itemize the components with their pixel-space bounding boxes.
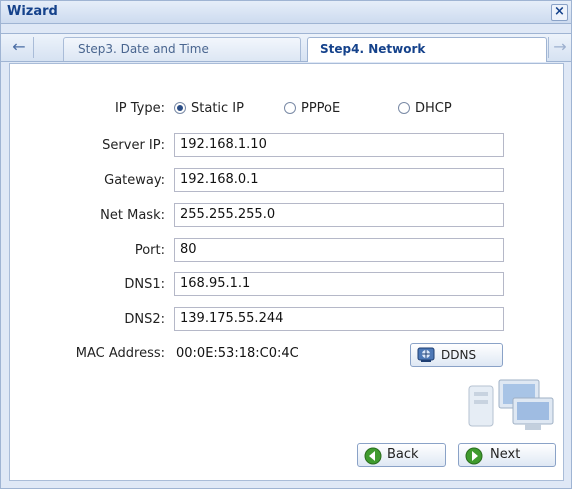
radio-static-ip-label: Static IP xyxy=(191,101,244,116)
tab-network[interactable]: Step4. Network xyxy=(307,37,547,62)
dns1-input[interactable]: 168.95.1.1 xyxy=(174,272,504,296)
back-arrow-icon xyxy=(364,447,382,465)
gateway-label: Gateway: xyxy=(104,173,165,188)
next-button-label: Next xyxy=(490,447,521,462)
ip-type-label: IP Type: xyxy=(114,101,165,116)
next-button[interactable]: Next xyxy=(458,443,556,467)
gateway-input[interactable]: 192.168.0.1 xyxy=(174,168,504,192)
title-bar: Wizard × xyxy=(1,1,571,24)
network-form-panel: IP Type: Static IP PPPoE DHCP Server IP:… xyxy=(9,63,564,481)
radio-static-ip[interactable]: Static IP xyxy=(174,101,244,116)
radio-unchecked-icon[interactable] xyxy=(284,102,296,114)
tab-date-and-time[interactable]: Step3. Date and Time xyxy=(63,37,301,61)
dns1-label: DNS1: xyxy=(124,277,165,292)
dns2-input[interactable]: 139.175.55.244 xyxy=(174,307,504,331)
server-ip-label: Server IP: xyxy=(102,138,165,153)
net-mask-input[interactable]: 255.255.255.0 xyxy=(174,203,504,227)
back-button-label: Back xyxy=(387,447,419,462)
network-computers-icon xyxy=(468,379,554,430)
radio-checked-icon[interactable] xyxy=(174,102,186,114)
tab-strip: ← Step3. Date and Time Step4. Network → xyxy=(1,33,571,62)
back-button[interactable]: Back xyxy=(357,443,446,467)
dns2-label: DNS2: xyxy=(124,312,165,327)
radio-unchecked-icon[interactable] xyxy=(398,102,410,114)
ddns-button[interactable]: DDNS xyxy=(410,343,503,367)
ddns-button-label: DDNS xyxy=(441,348,477,362)
radio-dhcp[interactable]: DHCP xyxy=(398,101,452,116)
arrow-right-icon[interactable]: → xyxy=(548,37,571,58)
radio-pppoe-label: PPPoE xyxy=(301,101,341,116)
net-mask-label: Net Mask: xyxy=(100,208,165,223)
port-label: Port: xyxy=(134,243,165,258)
radio-dhcp-label: DHCP xyxy=(415,101,452,116)
window-title: Wizard xyxy=(7,4,58,19)
next-arrow-icon xyxy=(465,447,483,465)
mac-address-label: MAC Address: xyxy=(75,346,165,361)
radio-pppoe[interactable]: PPPoE xyxy=(284,101,340,116)
ddns-icon xyxy=(417,347,435,362)
mac-address-value: 00:0E:53:18:C0:4C xyxy=(176,346,299,361)
wizard-window: Wizard × ← Step3. Date and Time Step4. N… xyxy=(0,0,572,489)
port-input[interactable]: 80 xyxy=(174,238,504,262)
arrow-left-icon[interactable]: ← xyxy=(5,37,34,58)
close-icon[interactable]: × xyxy=(551,4,568,21)
server-ip-input[interactable]: 192.168.1.10 xyxy=(174,133,504,157)
